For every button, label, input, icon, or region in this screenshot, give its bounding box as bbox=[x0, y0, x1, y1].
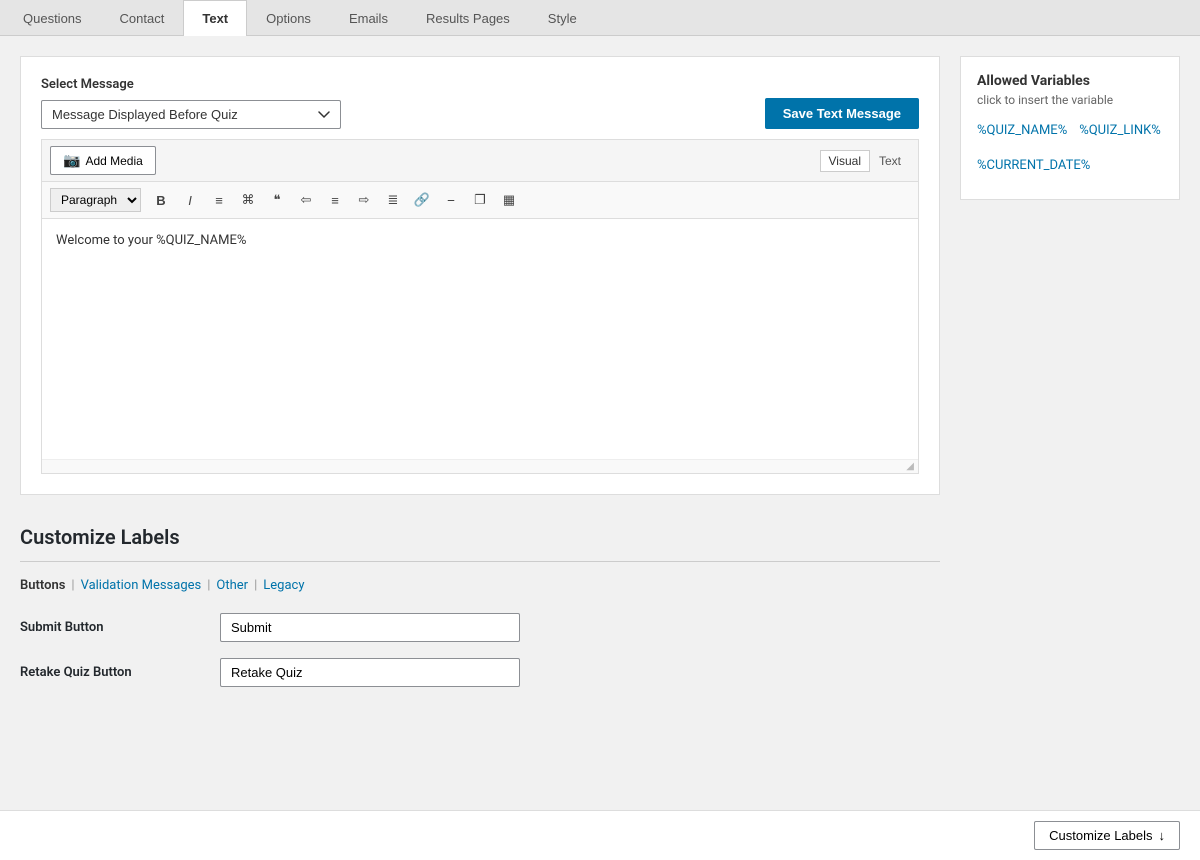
var-quiz-link[interactable]: %QUIZ_LINK% bbox=[1079, 123, 1161, 138]
add-media-label: Add Media bbox=[85, 154, 142, 168]
customize-labels-down-icon: ↓ bbox=[1159, 828, 1166, 843]
select-message-label: Select Message bbox=[41, 77, 341, 92]
tab-options[interactable]: Options bbox=[247, 0, 330, 36]
resize-icon: ◢ bbox=[906, 461, 914, 472]
vars-row-1: %QUIZ_NAME% %QUIZ_LINK% bbox=[977, 123, 1163, 148]
save-text-message-button[interactable]: Save Text Message bbox=[765, 98, 919, 129]
retake-quiz-label: Retake Quiz Button bbox=[20, 665, 220, 680]
bottom-bar: Customize Labels ↓ bbox=[0, 810, 1200, 860]
select-message-row: Select Message Message Displayed Before … bbox=[41, 77, 919, 129]
customize-labels-btn-text: Customize Labels bbox=[1049, 828, 1152, 843]
select-message-section: Select Message Message Displayed Before … bbox=[20, 56, 940, 495]
allowed-variables-subtitle: click to insert the variable bbox=[977, 93, 1163, 107]
bold-button[interactable]: B bbox=[148, 187, 174, 213]
top-tabs-bar: Questions Contact Text Options Emails Re… bbox=[0, 0, 1200, 36]
tab-style[interactable]: Style bbox=[529, 0, 596, 36]
sub-tab-validation[interactable]: Validation Messages bbox=[81, 578, 202, 593]
align-left-button[interactable]: ⇦ bbox=[293, 187, 319, 213]
add-media-button[interactable]: 📷 Add Media bbox=[50, 146, 156, 175]
message-select[interactable]: Message Displayed Before Quiz Message Di… bbox=[41, 100, 341, 129]
tab-text[interactable]: Text bbox=[183, 0, 247, 36]
select-message-left: Select Message Message Displayed Before … bbox=[41, 77, 341, 129]
ordered-list-button[interactable]: ⌘ bbox=[235, 187, 261, 213]
paragraph-select[interactable]: Paragraph bbox=[50, 188, 141, 212]
sub-tab-buttons[interactable]: Buttons bbox=[20, 578, 65, 593]
text-toggle[interactable]: Text bbox=[870, 150, 910, 172]
sub-tab-sep-1: | bbox=[71, 578, 74, 593]
var-current-date[interactable]: %CURRENT_DATE% bbox=[977, 158, 1163, 173]
submit-button-input[interactable] bbox=[220, 613, 520, 642]
sub-tab-sep-2: | bbox=[207, 578, 210, 593]
fullscreen-button[interactable]: ❐ bbox=[467, 187, 493, 213]
allowed-variables-title: Allowed Variables bbox=[977, 73, 1163, 89]
retake-quiz-input[interactable] bbox=[220, 658, 520, 687]
sub-tab-legacy[interactable]: Legacy bbox=[263, 578, 304, 593]
var-quiz-name[interactable]: %QUIZ_NAME% bbox=[977, 123, 1067, 138]
editor-footer: ◢ bbox=[42, 459, 918, 473]
customize-labels-section: Customize Labels Buttons | Validation Me… bbox=[20, 525, 940, 687]
add-media-icon: 📷 bbox=[63, 152, 80, 169]
sub-tabs: Buttons | Validation Messages | Other | … bbox=[20, 578, 940, 593]
left-panel: Select Message Message Displayed Before … bbox=[20, 56, 940, 796]
tab-results-pages[interactable]: Results Pages bbox=[407, 0, 529, 36]
align-right-button[interactable]: ⇨ bbox=[351, 187, 377, 213]
hr-button[interactable]: ⎯ bbox=[438, 187, 464, 213]
tab-contact[interactable]: Contact bbox=[101, 0, 184, 36]
unordered-list-button[interactable]: ≡ bbox=[206, 187, 232, 213]
align-center-button[interactable]: ≡ bbox=[322, 187, 348, 213]
main-content: Select Message Message Displayed Before … bbox=[0, 36, 1200, 816]
submit-button-label: Submit Button bbox=[20, 620, 220, 635]
sub-tab-other[interactable]: Other bbox=[216, 578, 248, 593]
align-justify-button[interactable]: ≣ bbox=[380, 187, 406, 213]
editor-content-text: Welcome to your %QUIZ_NAME% bbox=[56, 233, 246, 248]
customize-labels-title: Customize Labels bbox=[20, 525, 940, 549]
retake-quiz-row: Retake Quiz Button bbox=[20, 658, 940, 687]
customize-labels-button[interactable]: Customize Labels ↓ bbox=[1034, 821, 1180, 850]
table-button[interactable]: ▦ bbox=[496, 187, 522, 213]
section-divider bbox=[20, 561, 940, 562]
editor-toolbar: Paragraph B I ≡ ⌘ ❝ ⇦ ≡ ⇨ ≣ 🔗 ⎯ ❐ ▦ bbox=[42, 182, 918, 219]
visual-toggle[interactable]: Visual bbox=[820, 150, 870, 172]
tab-emails[interactable]: Emails bbox=[330, 0, 407, 36]
blockquote-button[interactable]: ❝ bbox=[264, 187, 290, 213]
editor-content-area[interactable]: Welcome to your %QUIZ_NAME% bbox=[42, 219, 918, 459]
italic-button[interactable]: I bbox=[177, 187, 203, 213]
submit-button-row: Submit Button bbox=[20, 613, 940, 642]
editor-wrapper: 📷 Add Media Visual Text Paragraph B I bbox=[41, 139, 919, 474]
right-panel: Allowed Variables click to insert the va… bbox=[960, 56, 1180, 200]
tab-questions[interactable]: Questions bbox=[4, 0, 101, 36]
sub-tab-sep-3: | bbox=[254, 578, 257, 593]
link-button[interactable]: 🔗 bbox=[409, 187, 435, 213]
